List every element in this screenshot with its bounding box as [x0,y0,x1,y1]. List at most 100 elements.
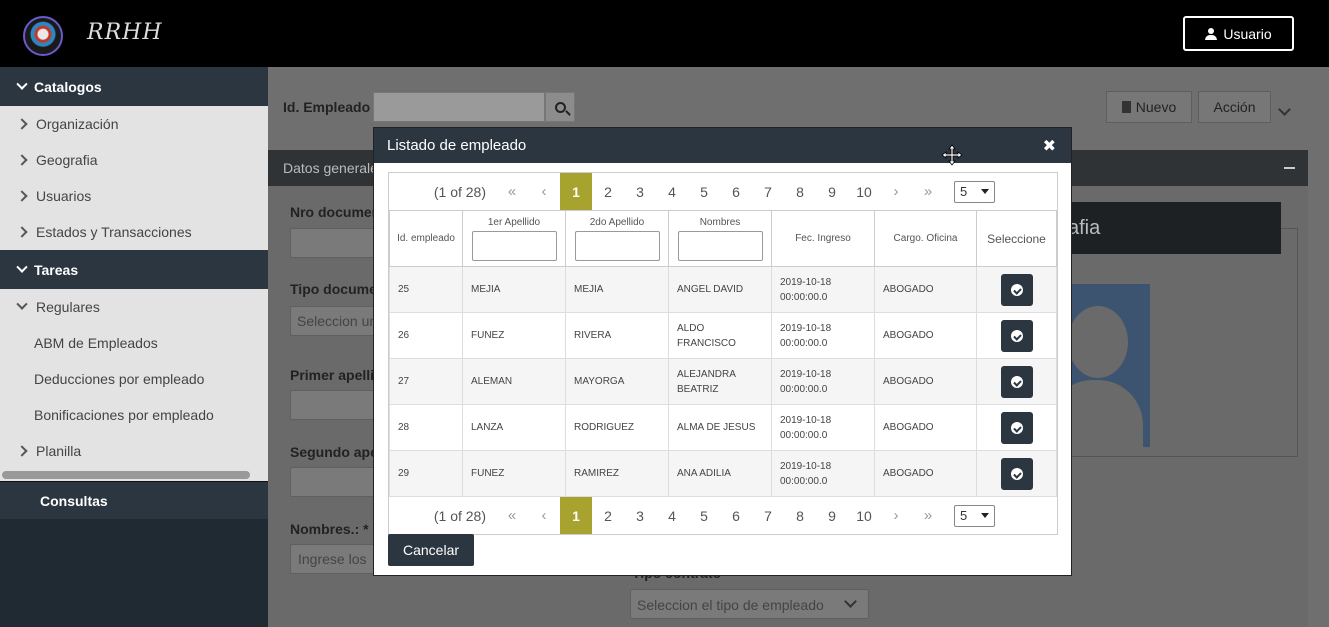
tipo-documento-placeholder: Seleccion un [297,313,378,329]
sidebar-section-catalogos[interactable]: Catalogos [0,67,268,106]
next-page-icon[interactable]: › [880,183,912,200]
page-button-8[interactable]: 8 [784,173,816,210]
page-button-10[interactable]: 10 [848,497,880,534]
page-button-2[interactable]: 2 [592,497,624,534]
sidebar-section-tareas[interactable]: Tareas [0,250,268,289]
nombres-label: Nombres.: * [290,521,369,537]
page-button-1[interactable]: 1 [560,497,592,534]
page-button-5[interactable]: 5 [688,173,720,210]
chevron-down-icon [16,298,28,310]
column-title: Id. empleado [397,233,455,244]
sidebar-item-bonificaciones[interactable]: Bonificaciones por empleado [0,397,268,433]
close-icon[interactable]: ✖ [1043,136,1056,156]
next-page-icon[interactable]: › [880,507,912,524]
sidebar-section-label: Catalogos [34,78,102,95]
move-icon[interactable] [941,144,963,166]
caret-down-icon [981,513,989,518]
employee-id-input[interactable] [373,92,545,122]
cancel-button[interactable]: Cancelar [388,534,474,566]
app-logo[interactable] [23,16,63,56]
sidebar-item-geografia[interactable]: Geografia [0,142,268,178]
employee-search-button[interactable] [545,92,575,122]
first-page-icon[interactable]: « [496,507,528,524]
rows-per-page-select[interactable]: 5 [954,180,995,203]
page-button-1[interactable]: 1 [560,173,592,210]
select-row-button[interactable] [1000,411,1033,444]
select-row-button[interactable] [1000,457,1033,490]
sidebar-item-estados[interactable]: Estados y Transacciones [0,214,268,250]
filter-input[interactable] [677,230,763,261]
collapse-icon[interactable] [1284,167,1295,169]
page-button-6[interactable]: 6 [720,173,752,210]
first-page-icon[interactable]: « [496,183,528,200]
table-cell: ALEJANDRA BEATRIZ [668,358,772,405]
page-button-4[interactable]: 4 [656,173,688,210]
table-row[interactable]: 27 ALEMAN MAYORGA ALEJANDRA BEATRIZ 2019-10-… [389,358,1057,405]
select-row-button[interactable] [1000,365,1033,398]
table-row[interactable]: 28 LANZA RODRIGUEZ ALMA DE JESUS 2019-10-18 … [389,404,1057,451]
paginator-top: (1 of 28) «‹ 1 2 3 4 5 6 7 8 9 10 ›» 5 [389,173,1057,210]
table-row[interactable]: 25 MEJIA MEJIA ANGEL DAVID 2019-10-18 00:00:… [389,266,1057,313]
table-cell: ANGEL DAVID [668,266,772,313]
page-button-9[interactable]: 9 [816,173,848,210]
employee-list-modal: Listado de empleado ✖ (1 of 28) «‹ 1 2 3 4 5 6 7… [373,127,1072,576]
column-title: Nombres [699,216,741,228]
page-button-7[interactable]: 7 [752,173,784,210]
user-button[interactable]: Usuario [1183,16,1294,51]
page-button-9[interactable]: 9 [816,497,848,534]
table-row[interactable]: 29 FUNEZ RAMIREZ ANA ADILIA 2019-10-18 00:00… [389,450,1057,497]
column-title: 2do Apellido [589,216,645,228]
sidebar-item-regulares[interactable]: Regulares [0,289,268,325]
sidebar-section-label: Consultas [40,492,108,509]
caret-down-icon [981,189,989,194]
page-button-7[interactable]: 7 [752,497,784,534]
page-button-8[interactable]: 8 [784,497,816,534]
page-button-2[interactable]: 2 [592,173,624,210]
sidebar: Catalogos Organización Geografia Usuario… [0,67,268,627]
sidebar-item-label: Regulares [36,299,100,315]
sidebar-item-label: ABM de Empleados [34,335,158,351]
table-cell: MAYORGA [565,358,669,405]
sidebar-item-abm-empleados[interactable]: ABM de Empleados [0,325,268,361]
prev-page-icon[interactable]: ‹ [528,183,560,200]
accion-button[interactable]: Acción [1198,91,1271,123]
page-button-6[interactable]: 6 [720,497,752,534]
table-cell: FUNEZ [462,450,566,497]
modal-header[interactable]: Listado de empleado ✖ [374,128,1071,166]
page-button-3[interactable]: 3 [624,497,656,534]
accion-dropdown-toggle[interactable] [1278,101,1291,119]
last-page-icon[interactable]: » [912,507,944,524]
table-row[interactable]: 26 FUNEZ RIVERA ALDO FRANCISCO 2019-10-18 00… [389,312,1057,359]
nuevo-button[interactable]: Nuevo [1106,91,1192,123]
sidebar-item-organizacion[interactable]: Organización [0,106,268,142]
sidebar-item-label: Usuarios [36,188,92,204]
table-cell: FUNEZ [462,312,566,359]
sidebar-item-planilla[interactable]: Planilla [0,433,268,469]
table-cell: ALEMAN [462,358,566,405]
sidebar-section-consultas[interactable]: Consultas [0,481,268,519]
table-cell: ABOGADO [874,450,977,497]
sidebar-item-label: Organización [36,116,119,132]
filter-input[interactable] [471,230,557,261]
prev-page-icon[interactable]: ‹ [528,507,560,524]
sidebar-item-usuarios[interactable]: Usuarios [0,178,268,214]
rows-per-page-select[interactable]: 5 [954,504,995,527]
page-button-4[interactable]: 4 [656,497,688,534]
sidebar-scrollbar[interactable] [0,469,268,481]
page-button-5[interactable]: 5 [688,497,720,534]
panel-title: Datos generales [283,160,385,176]
select-row-button[interactable] [1000,273,1033,306]
page-button-3[interactable]: 3 [624,173,656,210]
employee-id-label: Id. Empleado [283,99,371,115]
page-button-10[interactable]: 10 [848,173,880,210]
search-icon [554,101,566,113]
sidebar-item-deducciones[interactable]: Deducciones por empleado [0,361,268,397]
filter-input[interactable] [574,230,660,261]
last-page-icon[interactable]: » [912,183,944,200]
table-cell: ANA ADILIA [668,450,772,497]
column-header-1er-apellido: 1er Apellido [462,210,566,267]
column-header-fec-ingreso: Fec. Ingreso [771,210,875,267]
chevron-right-icon [16,118,28,130]
select-row-button[interactable] [1000,319,1033,352]
chevron-right-icon [16,190,28,202]
